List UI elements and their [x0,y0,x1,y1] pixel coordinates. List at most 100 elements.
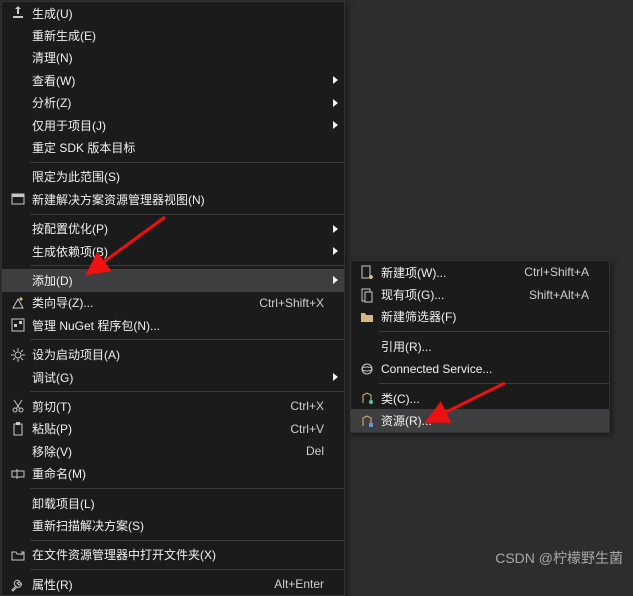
menu_main-item[interactable]: 移除(V)Del [2,440,344,462]
menu-item-shortcut: Del [306,444,338,458]
menu-item-label: 粘贴(P) [30,420,290,437]
menu-item-label: 类向导(Z)... [30,294,259,311]
menu-item-shortcut: Alt+Enter [274,577,338,591]
context-menu-main: 生成(U) 重新生成(E) 清理(N) 查看(W) 分析(Z) 仅用于项目(J) 重定 SD… [1,1,345,596]
menu_main-item[interactable]: 重定 SDK 版本目标 [2,136,344,158]
context-menu-add: 新建项(W)...Ctrl+Shift+A现有项(G)...Shift+Alt+… [350,260,610,433]
menu-item-shortcut: Ctrl+V [290,422,338,436]
menu_main-item[interactable]: 添加(D) [2,269,344,291]
menu-item-label: 清理(N) [30,49,338,66]
cut-icon [6,398,30,414]
wrench-icon [6,576,30,592]
nuget-icon [6,317,30,333]
menu-item-shortcut: Ctrl+Shift+X [259,296,338,310]
gear-icon [6,347,30,363]
menu-item-shortcut: Ctrl+X [290,399,338,413]
build-icon [6,5,30,21]
menu-item-label: 新建解决方案资源管理器视图(N) [30,191,338,208]
menu_main-item[interactable]: 仅用于项目(J) [2,114,344,136]
menu_main-item[interactable]: 生成依赖项(B) [2,240,344,262]
menu-item-label: 资源(R)... [379,412,603,429]
new-filter-icon [355,309,379,325]
menu_sub-item[interactable]: Connected Service... [351,358,609,380]
class-icon [355,390,379,406]
menu-item-shortcut: Ctrl+Shift+A [524,265,603,279]
menu-separator [30,488,344,489]
menu_main-item[interactable]: 清理(N) [2,47,344,69]
submenu-arrow-icon [333,373,338,381]
rename-icon [6,466,30,482]
menu-item-label: 剪切(T) [30,398,290,415]
menu_sub-item[interactable]: 新建项(W)...Ctrl+Shift+A [351,261,609,283]
submenu-arrow-icon [333,121,338,129]
menu-item-label: 现有项(G)... [379,286,529,303]
submenu-arrow-icon [333,276,338,284]
menu-separator [30,265,344,266]
menu-item-label: 限定为此范围(S) [30,168,338,185]
menu-item-label: 按配置优化(P) [30,220,338,237]
menu-item-label: 引用(R)... [379,338,603,355]
menu-separator [30,162,344,163]
menu-item-shortcut: Shift+Alt+A [529,288,603,302]
menu-item-label: 添加(D) [30,272,338,289]
menu_main-item[interactable]: 重命名(M) [2,462,344,484]
menu-item-label: 属性(R) [30,576,274,593]
menu_main-item[interactable]: 管理 NuGet 程序包(N)... [2,314,344,336]
submenu-arrow-icon [333,225,338,233]
menu_main-item[interactable]: 新建解决方案资源管理器视图(N) [2,188,344,210]
menu-item-label: 重命名(M) [30,465,338,482]
menu_main-item[interactable]: 限定为此范围(S) [2,166,344,188]
menu_main-item[interactable]: 类向导(Z)...Ctrl+Shift+X [2,292,344,314]
new-item-icon [355,264,379,280]
menu-item-label: 类(C)... [379,390,603,407]
menu_main-item[interactable]: 粘贴(P)Ctrl+V [2,418,344,440]
menu_main-item[interactable]: 在文件资源管理器中打开文件夹(X) [2,544,344,566]
resource-icon [355,413,379,429]
menu-item-label: 新建项(W)... [379,264,524,281]
submenu-arrow-icon [333,76,338,84]
menu-separator [30,540,344,541]
menu_main-item[interactable]: 卸载项目(L) [2,492,344,514]
menu_sub-item[interactable]: 类(C)... [351,387,609,409]
menu_sub-item[interactable]: 新建筛选器(F) [351,306,609,328]
menu-separator [30,391,344,392]
menu-item-label: 新建筛选器(F) [379,308,603,325]
menu_main-item[interactable]: 重新扫描解决方案(S) [2,514,344,536]
menu_main-item[interactable]: 按配置优化(P) [2,218,344,240]
submenu-arrow-icon [333,247,338,255]
class-wizard-icon [6,295,30,311]
menu_main-item[interactable]: 调试(G) [2,366,344,388]
menu_sub-item[interactable]: 资源(R)... [351,409,609,431]
menu_main-item[interactable]: 查看(W) [2,69,344,91]
watermark: CSDN @柠檬野生菌 [495,548,623,568]
menu_sub-item[interactable]: 现有项(G)...Shift+Alt+A [351,283,609,305]
submenu-arrow-icon [333,99,338,107]
menu-item-label: 管理 NuGet 程序包(N)... [30,317,338,334]
menu-item-label: Connected Service... [379,362,603,376]
open-folder-icon [6,547,30,563]
menu-item-label: 生成依赖项(B) [30,243,338,260]
menu-item-label: 重新扫描解决方案(S) [30,517,338,534]
menu_main-item[interactable]: 生成(U) [2,2,344,24]
menu_main-item[interactable]: 重新生成(E) [2,24,344,46]
menu-item-label: 重定 SDK 版本目标 [30,139,338,156]
connected-icon [355,361,379,377]
menu_main-item[interactable]: 设为启动项目(A) [2,343,344,365]
menu-item-label: 仅用于项目(J) [30,117,338,134]
new-view-icon [6,191,30,207]
menu-item-label: 重新生成(E) [30,27,338,44]
menu-separator [30,569,344,570]
menu-item-label: 分析(Z) [30,94,338,111]
menu_main-item[interactable]: 剪切(T)Ctrl+X [2,395,344,417]
menu-separator [379,383,609,384]
menu_sub-item[interactable]: 引用(R)... [351,335,609,357]
menu_main-item[interactable]: 属性(R)Alt+Enter [2,573,344,595]
menu-separator [30,339,344,340]
menu_main-item[interactable]: 分析(Z) [2,92,344,114]
paste-icon [6,421,30,437]
menu-item-label: 移除(V) [30,443,306,460]
menu-item-label: 在文件资源管理器中打开文件夹(X) [30,546,338,563]
menu-item-label: 调试(G) [30,369,338,386]
existing-item-icon [355,287,379,303]
menu-separator [379,331,609,332]
